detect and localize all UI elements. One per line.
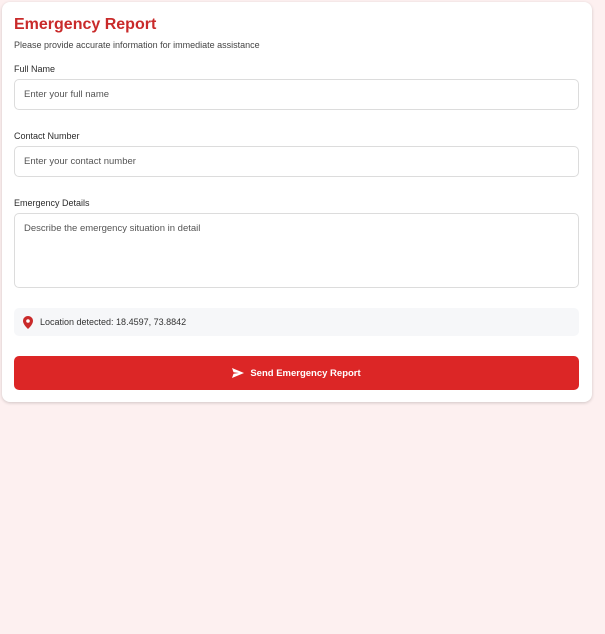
emergency-details-label: Emergency Details: [14, 198, 90, 208]
emergency-report-card: Emergency Report Please provide accurate…: [2, 2, 592, 402]
send-icon: [232, 368, 245, 378]
emergency-details-textarea[interactable]: [14, 213, 579, 288]
contact-number-input[interactable]: [14, 146, 579, 177]
map-pin-icon: [23, 315, 33, 329]
full-name-label: Full Name: [14, 64, 56, 74]
send-emergency-report-button[interactable]: Send Emergency Report: [14, 356, 579, 390]
contact-number-label: Contact Number: [14, 131, 80, 141]
page-subtitle: Please provide accurate information for …: [14, 40, 260, 50]
page-title: Emergency Report: [14, 16, 157, 33]
location-status: Location detected: 18.4597, 73.8842: [14, 308, 579, 336]
full-name-input[interactable]: [14, 79, 579, 110]
location-text: Location detected: 18.4597, 73.8842: [40, 317, 187, 327]
send-button-label: Send Emergency Report: [250, 367, 361, 379]
